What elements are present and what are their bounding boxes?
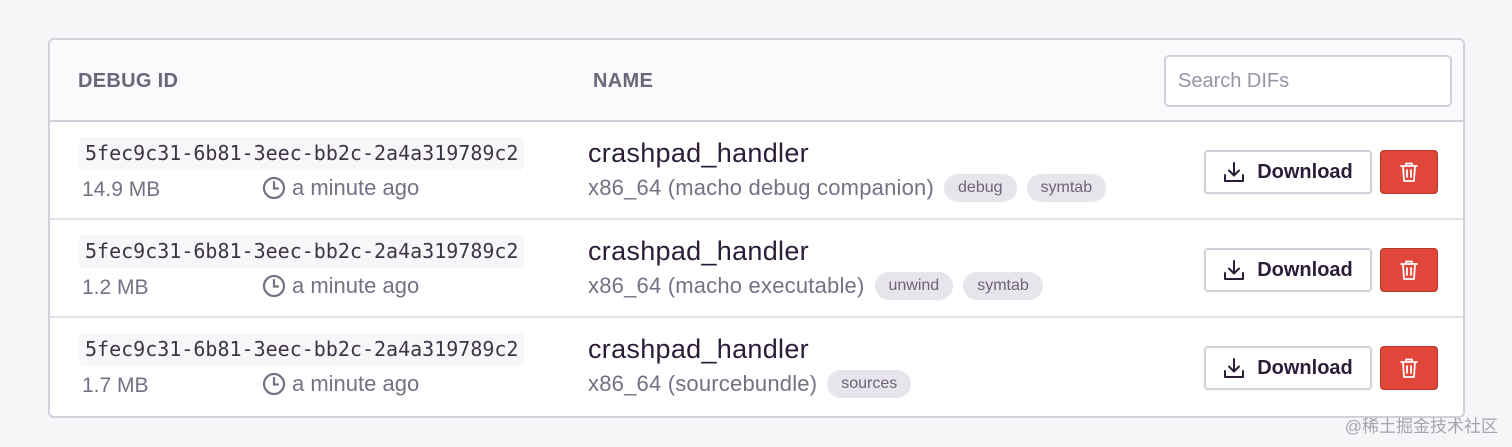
watermark: @稀土掘金技术社区 [1344,417,1498,436]
dif-name: crashpad_handler [588,236,809,266]
trash-icon [1400,260,1418,280]
debug-id: 5fec9c31-6b81-3eec-bb2c-2a4a319789c2 [79,333,525,366]
dif-details: x86_64 (sourcebundle) sources [588,370,921,398]
download-icon [1224,358,1245,378]
download-icon [1224,260,1245,280]
upload-time: a minute ago [262,273,419,299]
delete-button[interactable] [1380,248,1438,292]
dif-name: crashpad_handler [588,138,809,168]
upload-time-label: a minute ago [292,371,420,396]
download-button-label: Download [1257,258,1353,281]
dif-details: x86_64 (macho executable) unwind symtab [588,272,1053,300]
dif-details: x86_64 (macho debug companion) debug sym… [588,174,1116,202]
feature-tag: sources [827,370,912,398]
download-icon [1224,162,1245,182]
feature-tag: symtab [963,272,1043,300]
dif-name: crashpad_handler [588,334,809,364]
download-button-label: Download [1257,160,1353,183]
upload-time: a minute ago [262,371,419,397]
download-button[interactable]: Download [1204,248,1372,292]
upload-time-label: a minute ago [292,175,420,200]
file-size: 1.2 MB [82,276,149,299]
table-row: 5fec9c31-6b81-3eec-bb2c-2a4a319789c2 1.7… [50,318,1463,416]
clock-icon [262,176,286,200]
dif-arch: x86_64 (macho executable) [588,273,865,298]
dif-arch: x86_64 (sourcebundle) [588,371,818,396]
table-row: 5fec9c31-6b81-3eec-bb2c-2a4a319789c2 14.… [50,122,1463,220]
debug-files-panel: DEBUG ID NAME 5fec9c31-6b81-3eec-bb2c-2a… [48,38,1465,418]
trash-icon [1400,162,1418,182]
feature-tag: symtab [1026,174,1107,202]
delete-button[interactable] [1380,346,1438,390]
table-header: DEBUG ID NAME [50,40,1463,122]
file-size: 14.9 MB [82,178,161,201]
file-size: 1.7 MB [82,374,149,397]
name-column-header: NAME [593,70,654,92]
delete-button[interactable] [1380,150,1438,194]
clock-icon [262,372,286,396]
debug-id: 5fec9c31-6b81-3eec-bb2c-2a4a319789c2 [79,235,525,268]
feature-tag: unwind [874,272,954,300]
trash-icon [1400,358,1418,378]
dif-arch: x86_64 (macho debug companion) [588,175,935,200]
upload-time: a minute ago [262,175,419,201]
download-button[interactable]: Download [1204,150,1372,194]
clock-icon [262,274,286,298]
download-button-label: Download [1257,356,1353,379]
feature-tag: debug [944,174,1017,202]
table-row: 5fec9c31-6b81-3eec-bb2c-2a4a319789c2 1.2… [50,220,1463,318]
upload-time-label: a minute ago [292,273,420,298]
debug-id: 5fec9c31-6b81-3eec-bb2c-2a4a319789c2 [79,137,525,170]
download-button[interactable]: Download [1204,346,1372,390]
debug-id-column-header: DEBUG ID [78,70,179,92]
search-difs-input[interactable] [1164,55,1452,107]
